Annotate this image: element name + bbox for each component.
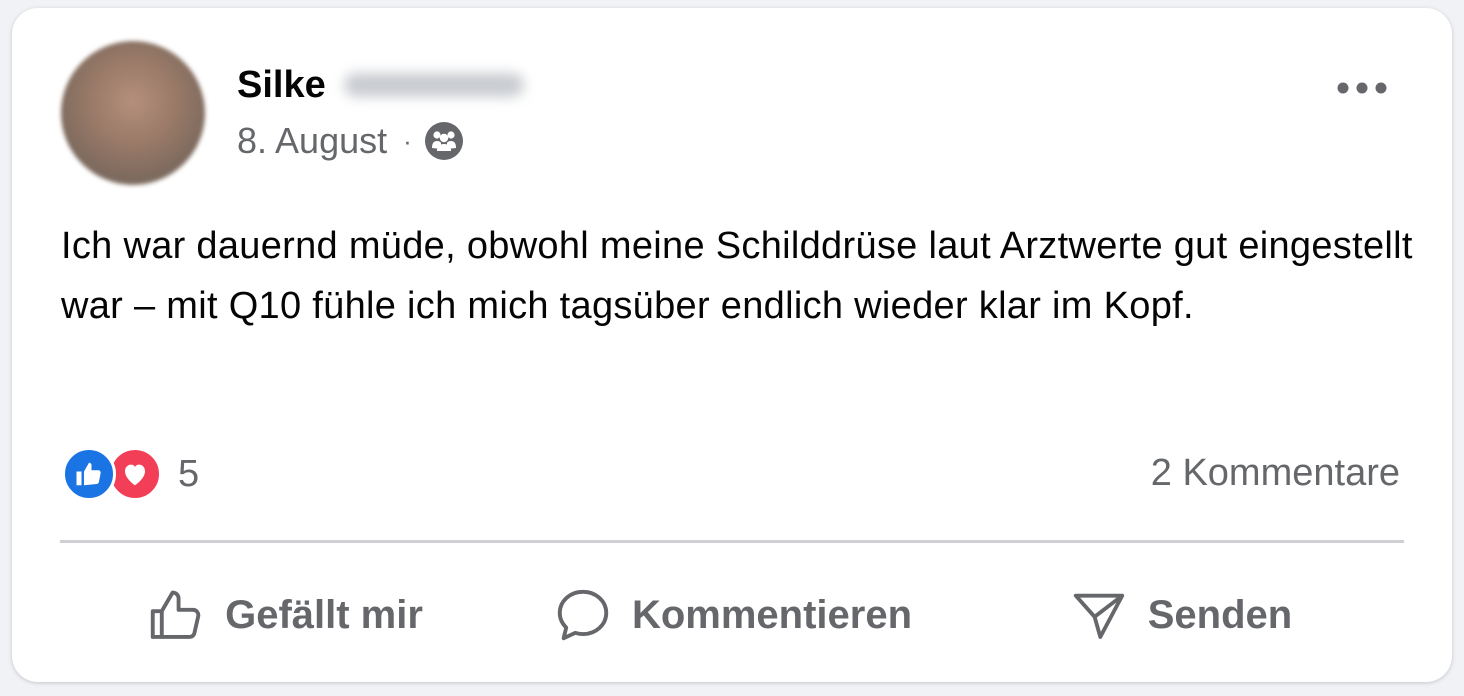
reaction-count: 5 [178,452,200,495]
comment-bubble-icon [557,589,609,641]
send-icon [1073,593,1124,639]
like-button[interactable]: Gefällt mir [60,556,508,674]
more-options-button[interactable] [1334,70,1390,106]
comment-button[interactable]: Kommentieren [508,556,956,674]
avatar[interactable] [61,41,205,185]
post-text: Ich war dauernd müde, obwohl meine Schil… [61,225,1413,327]
author-row: Silke [237,60,524,110]
divider [60,540,1404,543]
send-button-label: Senden [1147,592,1293,637]
post-date[interactable]: 8. August [237,120,387,162]
action-bar: Gefällt mir Kommentieren Senden [60,556,1404,674]
comments-count-link[interactable]: 2 Kommentare [1151,452,1400,495]
redacted-surname [343,73,524,97]
comment-button-label: Kommentieren [631,592,913,637]
more-dots-icon [1337,82,1387,94]
love-reaction-icon [108,447,162,501]
meta-separator: · [403,125,412,156]
thumbs-up-icon [150,590,201,639]
friends-group-icon[interactable] [424,121,464,161]
reactions-summary[interactable]: 5 [62,444,199,504]
like-reaction-icon [62,447,116,501]
like-button-label: Gefällt mir [225,592,423,637]
post-meta: 8. August · [237,119,464,163]
author-name[interactable]: Silke [237,64,326,107]
send-button[interactable]: Senden [956,556,1404,674]
post-card: Silke 8. August · Ich war dauernd müde, … [12,8,1452,682]
